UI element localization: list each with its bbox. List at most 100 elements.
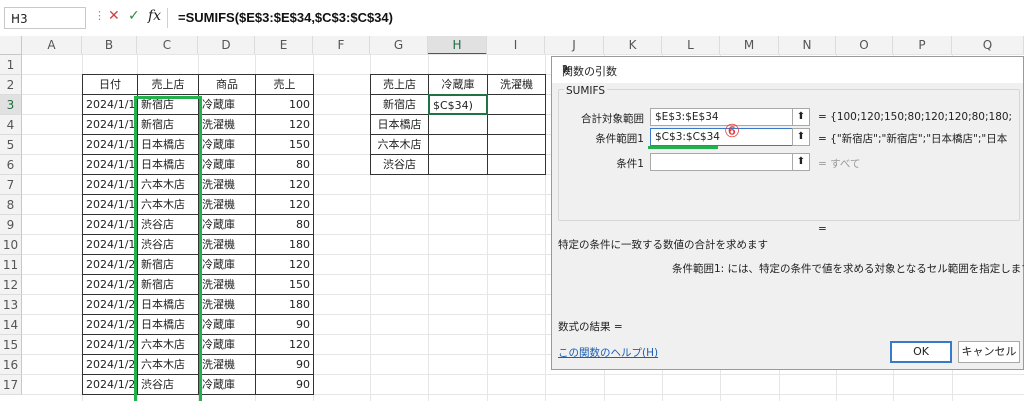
table-cell[interactable]: 2024/1/1: [82, 134, 138, 155]
summary-store-cell[interactable]: 六本木店: [370, 134, 429, 155]
table-cell[interactable]: 100: [255, 94, 314, 115]
table-cell[interactable]: 2024/1/2: [82, 294, 138, 315]
table-cell[interactable]: 2024/1/1: [82, 234, 138, 255]
table-cell[interactable]: 2024/1/2: [82, 274, 138, 295]
table-cell[interactable]: 洗濯機: [198, 234, 256, 255]
function-help-link[interactable]: この関数のヘルプ(H): [558, 345, 658, 360]
summary-value-cell[interactable]: [487, 114, 546, 135]
table-header-cell[interactable]: 売上: [255, 74, 314, 95]
row-header[interactable]: 10: [0, 235, 22, 255]
table-cell[interactable]: 150: [255, 274, 314, 295]
table-header-cell[interactable]: 売上店: [137, 74, 199, 95]
active-cell-h3[interactable]: $C$34): [428, 94, 488, 115]
row-header[interactable]: 16: [0, 355, 22, 375]
row-header[interactable]: 13: [0, 295, 22, 315]
row-header[interactable]: 4: [0, 115, 22, 135]
column-header[interactable]: E: [255, 36, 313, 55]
column-header[interactable]: P: [893, 36, 952, 55]
column-header[interactable]: F: [313, 36, 370, 55]
table-cell[interactable]: 120: [255, 114, 314, 135]
column-header[interactable]: M: [720, 36, 779, 55]
column-header[interactable]: G: [370, 36, 428, 55]
row-header[interactable]: 14: [0, 315, 22, 335]
summary-store-cell[interactable]: 日本橋店: [370, 114, 429, 135]
column-header[interactable]: L: [662, 36, 720, 55]
table-cell[interactable]: 2024/1/1: [82, 214, 138, 235]
name-box[interactable]: H3 ⌄: [4, 7, 86, 29]
column-header[interactable]: H: [428, 36, 487, 55]
table-cell[interactable]: 2024/1/2: [82, 374, 138, 395]
table-cell[interactable]: 120: [255, 254, 314, 275]
column-header[interactable]: N: [779, 36, 836, 55]
summary-value-cell[interactable]: [487, 154, 546, 175]
cancel-button[interactable]: キャンセル: [958, 341, 1020, 363]
collapse-dialog-icon[interactable]: ⬆: [792, 153, 810, 171]
column-header[interactable]: K: [604, 36, 662, 55]
insert-function-icon[interactable]: fx: [148, 8, 161, 24]
summary-value-cell[interactable]: [428, 154, 488, 175]
table-cell[interactable]: 冷蔵庫: [198, 374, 256, 395]
table-cell[interactable]: 洗濯機: [198, 294, 256, 315]
ok-button[interactable]: OK: [890, 341, 952, 363]
formula-input[interactable]: =SUMIFS($E$3:$E$34,$C$3:$C$34): [178, 10, 393, 25]
table-cell[interactable]: 2024/1/2: [82, 354, 138, 375]
row-header[interactable]: 11: [0, 255, 22, 275]
collapse-dialog-icon[interactable]: ⬆: [792, 128, 810, 146]
table-cell[interactable]: 120: [255, 174, 314, 195]
row-header[interactable]: 17: [0, 375, 22, 395]
table-cell[interactable]: 2024/1/1: [82, 194, 138, 215]
chevron-down-icon[interactable]: ⌄: [11, 11, 79, 22]
summary-store-cell[interactable]: 渋谷店: [370, 154, 429, 175]
column-header[interactable]: O: [836, 36, 893, 55]
table-cell[interactable]: 2024/1/1: [82, 154, 138, 175]
collapse-dialog-icon[interactable]: ⬆: [792, 108, 810, 126]
table-cell[interactable]: 冷蔵庫: [198, 94, 256, 115]
table-cell[interactable]: 冷蔵庫: [198, 314, 256, 335]
table-cell[interactable]: 2024/1/2: [82, 314, 138, 335]
summary-header-cell[interactable]: 冷蔵庫: [428, 74, 488, 95]
table-cell[interactable]: 90: [255, 314, 314, 335]
row-header[interactable]: 9: [0, 215, 22, 235]
table-header-cell[interactable]: 日付: [82, 74, 138, 95]
table-cell[interactable]: 2024/1/2: [82, 254, 138, 275]
table-cell[interactable]: 2024/1/1: [82, 174, 138, 195]
table-cell[interactable]: 2024/1/1: [82, 114, 138, 135]
close-icon[interactable]: ✕: [562, 63, 1009, 76]
row-header[interactable]: 6: [0, 155, 22, 175]
column-header[interactable]: J: [545, 36, 604, 55]
table-cell[interactable]: 180: [255, 234, 314, 255]
row-header[interactable]: 15: [0, 335, 22, 355]
table-cell[interactable]: 2024/1/2: [82, 334, 138, 355]
table-cell[interactable]: 洗濯機: [198, 274, 256, 295]
criteria1-input[interactable]: [650, 153, 810, 171]
select-all-corner[interactable]: [0, 36, 22, 55]
table-header-cell[interactable]: 商品: [198, 74, 256, 95]
column-header[interactable]: Q: [952, 36, 1024, 55]
column-header[interactable]: B: [82, 36, 137, 55]
table-cell[interactable]: 冷蔵庫: [198, 334, 256, 355]
row-header[interactable]: 3: [0, 95, 22, 115]
table-cell[interactable]: 90: [255, 374, 314, 395]
table-cell[interactable]: 150: [255, 134, 314, 155]
table-cell[interactable]: 洗濯機: [198, 114, 256, 135]
column-header[interactable]: I: [487, 36, 545, 55]
table-cell[interactable]: 180: [255, 294, 314, 315]
cancel-icon[interactable]: ✕: [108, 8, 120, 24]
summary-value-cell[interactable]: [487, 94, 546, 115]
column-header[interactable]: C: [137, 36, 198, 55]
table-cell[interactable]: 洗濯機: [198, 194, 256, 215]
table-cell[interactable]: 冷蔵庫: [198, 134, 256, 155]
table-cell[interactable]: 120: [255, 334, 314, 355]
table-cell[interactable]: 2024/1/1: [82, 94, 138, 115]
summary-value-cell[interactable]: [487, 134, 546, 155]
column-header[interactable]: D: [198, 36, 255, 55]
summary-value-cell[interactable]: [428, 114, 488, 135]
column-header[interactable]: A: [22, 36, 82, 55]
row-header[interactable]: 5: [0, 135, 22, 155]
table-cell[interactable]: 冷蔵庫: [198, 254, 256, 275]
row-header[interactable]: 1: [0, 55, 22, 75]
row-header[interactable]: 12: [0, 275, 22, 295]
table-cell[interactable]: 冷蔵庫: [198, 154, 256, 175]
row-header[interactable]: 8: [0, 195, 22, 215]
table-cell[interactable]: 洗濯機: [198, 174, 256, 195]
